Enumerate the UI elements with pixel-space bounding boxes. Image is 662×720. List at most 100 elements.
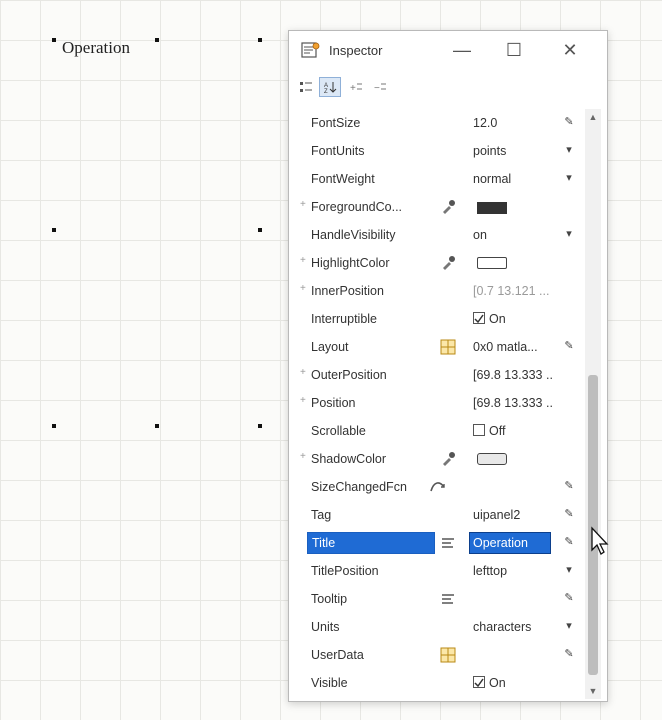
close-button[interactable]: ✕: [551, 35, 589, 65]
resize-handle-middle-left[interactable]: [52, 228, 56, 232]
expand-plus-icon[interactable]: +: [300, 283, 306, 294]
property-row[interactable]: TitlePosition lefttop ▾: [297, 557, 583, 585]
callback-icon[interactable]: [427, 477, 449, 497]
dropdown-arrow-icon[interactable]: ▾: [561, 619, 577, 635]
resize-handle-top-right[interactable]: [258, 38, 262, 42]
property-name: Layout: [311, 340, 349, 354]
color-picker-icon[interactable]: [437, 253, 459, 273]
title-value-input[interactable]: Operation: [469, 532, 551, 554]
property-row[interactable]: Units characters ▾: [297, 613, 583, 641]
property-name: FontUnits: [311, 144, 365, 158]
dropdown-arrow-icon[interactable]: ▾: [561, 563, 577, 579]
property-row[interactable]: + ForegroundCo...: [297, 193, 583, 221]
sort-alphabetical-button[interactable]: AZ: [319, 77, 341, 97]
scrollbar-thumb[interactable]: [588, 375, 598, 675]
checkbox-checked[interactable]: [473, 312, 485, 324]
color-picker-icon[interactable]: [437, 197, 459, 217]
resize-handle-bottom-middle[interactable]: [155, 424, 159, 428]
property-row[interactable]: Scrollable Off: [297, 417, 583, 445]
color-swatch[interactable]: [477, 202, 507, 214]
property-name: TitlePosition: [311, 564, 379, 578]
category-sort-icon: [300, 82, 312, 92]
expand-plus-icon[interactable]: +: [300, 395, 306, 406]
property-value[interactable]: normal: [473, 172, 553, 186]
property-value[interactable]: uipanel2: [473, 508, 553, 522]
property-row[interactable]: FontWeight normal ▾: [297, 165, 583, 193]
property-row[interactable]: Tag uipanel2 ✎: [297, 501, 583, 529]
expand-all-button[interactable]: +: [345, 77, 367, 97]
property-value[interactable]: [69.8 13.333 ...: [473, 368, 553, 382]
property-row[interactable]: + InnerPosition [0.7 13.121 ...: [297, 277, 583, 305]
property-name: ForegroundCo...: [311, 200, 403, 214]
resize-handle-bottom-right[interactable]: [258, 424, 262, 428]
property-row[interactable]: HandleVisibility on ▾: [297, 221, 583, 249]
property-row[interactable]: + ShadowColor: [297, 445, 583, 473]
color-swatch[interactable]: [477, 453, 507, 465]
property-row[interactable]: Tooltip ✎: [297, 585, 583, 613]
property-row[interactable]: + OuterPosition [69.8 13.333 ...: [297, 361, 583, 389]
property-row[interactable]: UserData ✎: [297, 641, 583, 669]
edit-pencil-icon[interactable]: ✎: [561, 591, 577, 607]
dropdown-arrow-icon[interactable]: ▾: [561, 227, 577, 243]
property-value[interactable]: [69.8 13.333 ...: [473, 396, 553, 410]
resize-handle-bottom-left[interactable]: [52, 424, 56, 428]
collapse-all-button[interactable]: −: [369, 77, 391, 97]
title-bar[interactable]: Inspector — ☐ ✕: [289, 31, 607, 71]
color-picker-icon[interactable]: [437, 449, 459, 469]
checkbox-checked[interactable]: [473, 676, 485, 688]
edit-pencil-icon[interactable]: ✎: [561, 535, 577, 551]
expand-plus-icon[interactable]: +: [300, 451, 306, 462]
property-value[interactable]: 12.0: [473, 116, 553, 130]
edit-pencil-icon[interactable]: ✎: [561, 339, 577, 355]
property-value[interactable]: characters: [473, 620, 553, 634]
maximize-button[interactable]: ☐: [495, 35, 533, 65]
grid-icon[interactable]: [437, 645, 459, 665]
property-row[interactable]: Layout 0x0 matla... ✎: [297, 333, 583, 361]
property-value[interactable]: lefttop: [473, 564, 553, 578]
property-row-selected[interactable]: Title Operation ✎: [297, 529, 583, 557]
scroll-up-arrow-icon[interactable]: ▲: [585, 109, 601, 125]
resize-handle-middle-right[interactable]: [258, 228, 262, 232]
property-row[interactable]: + HighlightColor: [297, 249, 583, 277]
grid-icon[interactable]: [437, 337, 459, 357]
property-row[interactable]: FontUnits points ▾: [297, 137, 583, 165]
checkbox-unchecked[interactable]: [473, 424, 485, 436]
panel-title[interactable]: Operation: [62, 38, 130, 58]
property-value: Operation: [473, 536, 528, 550]
scroll-down-arrow-icon[interactable]: ▼: [585, 683, 601, 699]
resize-handle-top-middle[interactable]: [155, 38, 159, 42]
property-name: Tag: [311, 508, 332, 522]
property-value[interactable]: 0x0 matla...: [473, 340, 553, 354]
mouse-pointer-icon: [591, 526, 609, 555]
property-inspector-window: Inspector — ☐ ✕ AZ + − FontSize 12.0 ✎ F…: [288, 30, 608, 702]
property-row[interactable]: FontSize 12.0 ✎: [297, 109, 583, 137]
property-value[interactable]: on: [473, 228, 553, 242]
property-row[interactable]: Visible On: [297, 669, 583, 697]
property-row[interactable]: Interruptible On: [297, 305, 583, 333]
edit-pencil-icon[interactable]: ✎: [561, 479, 577, 495]
expand-plus-icon[interactable]: +: [300, 367, 306, 378]
alphabetical-sort-icon: AZ: [324, 82, 337, 94]
collapse-all-icon: −: [374, 83, 386, 94]
property-row[interactable]: SizeChangedFcn ✎: [297, 473, 583, 501]
edit-pencil-icon[interactable]: ✎: [561, 647, 577, 663]
property-value[interactable]: points: [473, 144, 553, 158]
edit-pencil-icon[interactable]: ✎: [561, 507, 577, 523]
dropdown-arrow-icon[interactable]: ▾: [561, 143, 577, 159]
property-name: OuterPosition: [311, 368, 387, 382]
property-row[interactable]: + Position [69.8 13.333 ...: [297, 389, 583, 417]
color-swatch[interactable]: [477, 257, 507, 269]
expand-plus-icon[interactable]: +: [300, 255, 306, 266]
expand-plus-icon[interactable]: +: [300, 199, 306, 210]
minimize-button[interactable]: —: [443, 35, 481, 65]
property-name: Interruptible: [311, 312, 378, 326]
property-name: HighlightColor: [311, 256, 390, 270]
edit-pencil-icon[interactable]: ✎: [561, 115, 577, 131]
text-icon[interactable]: [437, 589, 459, 609]
property-name-selected[interactable]: Title: [307, 532, 435, 554]
sort-category-button[interactable]: [295, 77, 317, 97]
resize-handle-top-left[interactable]: [52, 38, 56, 42]
text-icon[interactable]: [437, 533, 459, 553]
vertical-scrollbar[interactable]: ▲ ▼: [585, 109, 601, 699]
dropdown-arrow-icon[interactable]: ▾: [561, 171, 577, 187]
